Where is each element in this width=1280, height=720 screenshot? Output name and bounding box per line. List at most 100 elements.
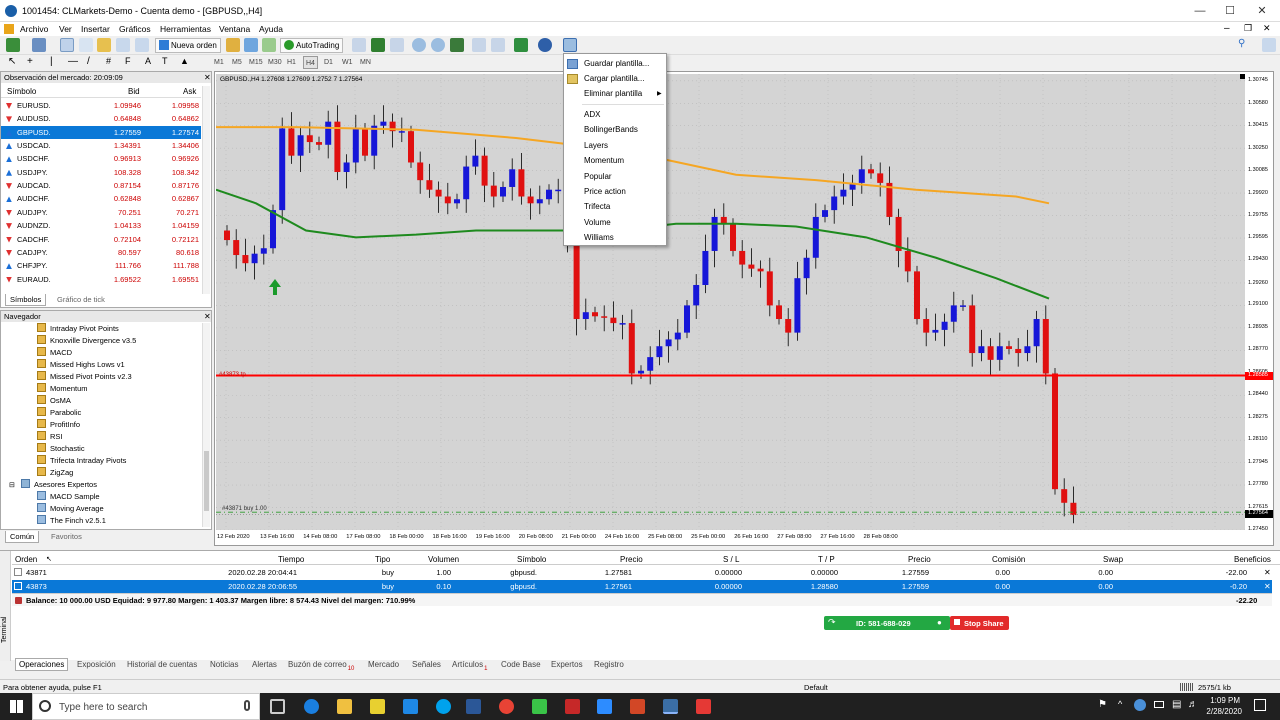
template-item[interactable]: Trifecta bbox=[584, 200, 610, 214]
navigator-indicator-item[interactable]: Missed Pivot Points v2.3 bbox=[37, 371, 132, 383]
meta-editor-icon[interactable] bbox=[226, 38, 240, 52]
zoom-out-icon[interactable] bbox=[431, 38, 445, 52]
navigator-indicator-item[interactable]: Parabolic bbox=[37, 407, 81, 419]
market-watch-row[interactable]: EURUSD. 1.09946 1.09958 bbox=[1, 99, 201, 112]
horizontal-line-icon[interactable]: — bbox=[68, 56, 82, 70]
market-icon[interactable] bbox=[262, 38, 276, 52]
navigator-expert-item[interactable]: MACD Sample bbox=[37, 491, 100, 503]
navigator-indicator-item[interactable]: ZigZag bbox=[37, 467, 73, 479]
col-tp[interactable]: T / P bbox=[818, 555, 835, 564]
templates-icon[interactable] bbox=[563, 38, 577, 52]
price-axis[interactable]: 1.30745 1.30580 1.30415 1.30250 1.30085 1.299… bbox=[1245, 72, 1273, 532]
menu-ver[interactable]: Ver bbox=[59, 24, 72, 34]
chat-icon[interactable] bbox=[1262, 38, 1276, 52]
mdi-minimize[interactable]: – bbox=[1224, 23, 1230, 34]
powerpoint-icon[interactable] bbox=[630, 699, 645, 714]
text-icon[interactable]: A bbox=[145, 56, 159, 70]
clock-time[interactable]: 1:09 PM bbox=[1208, 696, 1240, 705]
tab-senales[interactable]: Señales bbox=[412, 660, 441, 669]
tester-icon[interactable] bbox=[135, 38, 149, 52]
periods-icon[interactable] bbox=[538, 38, 552, 52]
share-id-badge[interactable]: ↷ ID: 581-688-029 ● bbox=[824, 616, 950, 630]
navigator-expert-item[interactable]: The Finch v2.5.1 bbox=[37, 515, 106, 527]
navigator-indicator-item[interactable]: Knoxville Divergence v3.5 bbox=[37, 335, 136, 347]
indicators-icon[interactable] bbox=[514, 38, 528, 52]
navigator-indicator-item[interactable]: Momentum bbox=[37, 383, 88, 395]
profiles-icon[interactable] bbox=[32, 38, 46, 52]
task-view-icon[interactable] bbox=[270, 699, 285, 714]
market-watch-row[interactable]: AUDCAD. 0.87154 0.87176 bbox=[1, 179, 201, 192]
tab-buzon[interactable]: Buzón de correo10 bbox=[288, 660, 354, 672]
close-button[interactable]: ✕ bbox=[1244, 0, 1280, 22]
market-watch-row[interactable]: USDCHF. 0.96913 0.96926 bbox=[1, 152, 201, 165]
tray-app-icon[interactable] bbox=[1134, 699, 1146, 711]
new-chart-icon[interactable] bbox=[6, 38, 20, 52]
col-precio-actual[interactable]: Precio bbox=[908, 555, 931, 564]
col-tipo[interactable]: Tipo bbox=[375, 555, 390, 564]
menu-eliminar-plantilla[interactable]: Eliminar plantilla bbox=[584, 87, 642, 101]
tab-operaciones[interactable]: Operaciones bbox=[15, 658, 69, 671]
label-icon[interactable]: T bbox=[162, 56, 176, 70]
edge-icon[interactable] bbox=[304, 699, 319, 714]
camtasia-icon[interactable] bbox=[532, 699, 547, 714]
shapes-icon[interactable]: ▲ bbox=[180, 56, 194, 70]
close-order-icon[interactable]: ✕ bbox=[1264, 568, 1271, 577]
navigator-scrollbar[interactable] bbox=[202, 323, 210, 527]
timeframe-w1[interactable]: W1 bbox=[340, 56, 355, 69]
col-beneficios[interactable]: Beneficios bbox=[1234, 555, 1271, 564]
navigator-indicator-item[interactable]: MACD bbox=[37, 347, 72, 359]
menu-archivo[interactable]: Archivo bbox=[20, 24, 48, 34]
template-item[interactable]: Williams bbox=[584, 231, 614, 245]
terminal-icon[interactable] bbox=[116, 38, 130, 52]
col-ask[interactable]: Ask bbox=[183, 87, 196, 96]
col-volumen[interactable]: Volumen bbox=[428, 555, 459, 564]
template-item[interactable]: Volume bbox=[584, 216, 611, 230]
navigator-indicator-item[interactable]: Stochastic bbox=[37, 443, 85, 455]
candlestick-icon[interactable] bbox=[371, 38, 385, 52]
search-icon[interactable]: ⚲ bbox=[1238, 38, 1252, 52]
tab-articulos[interactable]: Artículos1 bbox=[452, 660, 487, 672]
maximize-button[interactable]: ☐ bbox=[1212, 0, 1248, 22]
timeframe-m15[interactable]: M15 bbox=[247, 56, 265, 69]
tab-comun[interactable]: Común bbox=[5, 531, 40, 543]
market-watch-close-icon[interactable]: ✕ bbox=[204, 73, 211, 82]
col-symbol[interactable]: Símbolo bbox=[7, 87, 36, 96]
metatrader-icon[interactable] bbox=[663, 699, 678, 714]
market-watch-row[interactable]: CADJPY. 80.597 80.618 bbox=[1, 246, 201, 259]
clock-date[interactable]: 2/28/2020 bbox=[1206, 707, 1242, 716]
windows-start-icon[interactable] bbox=[10, 700, 23, 713]
market-watch-row[interactable]: EURAUD. 1.69522 1.69551 bbox=[1, 273, 201, 286]
menu-ventana[interactable]: Ventana bbox=[219, 24, 250, 34]
chart-plot-area[interactable]: GBPUSD.,H4 1.27608 1.27609 1.2752 7 1.27… bbox=[216, 74, 1245, 530]
order-row[interactable]: 43873 2020.02.28 20:06:55 buy 0.10 gbpusd. 1.… bbox=[12, 579, 1272, 593]
app-red-icon[interactable] bbox=[565, 699, 580, 714]
word-icon[interactable] bbox=[466, 699, 481, 714]
col-precio[interactable]: Precio bbox=[620, 555, 643, 564]
navigator-indicator-item[interactable]: Trifecta Intraday Pivots bbox=[37, 455, 126, 467]
timeframe-d1[interactable]: D1 bbox=[322, 56, 335, 69]
navigator-experts-folder[interactable]: ⊟ Asesores Expertos bbox=[9, 479, 97, 491]
col-simbolo[interactable]: Símbolo bbox=[517, 555, 546, 564]
tab-alertas[interactable]: Alertas bbox=[252, 660, 277, 669]
col-bid[interactable]: Bid bbox=[128, 87, 140, 96]
menu-cargar-plantilla[interactable]: Cargar plantilla... bbox=[584, 72, 644, 86]
navigator-indicator-item[interactable]: Missed Highs Lows v1 bbox=[37, 359, 125, 371]
notifications-icon[interactable] bbox=[1254, 699, 1266, 711]
market-watch-row[interactable]: AUDNZD. 1.04133 1.04159 bbox=[1, 219, 201, 232]
stop-share-button[interactable]: Stop Share bbox=[950, 616, 1009, 630]
template-item[interactable]: Momentum bbox=[584, 154, 624, 168]
menu-graficos[interactable]: Gráficos bbox=[119, 24, 151, 34]
market-watch-row[interactable]: AUDUSD. 0.64848 0.64862 bbox=[1, 112, 201, 125]
data-window-icon[interactable] bbox=[79, 38, 93, 52]
recorder-icon[interactable] bbox=[696, 699, 711, 714]
tab-historial[interactable]: Historial de cuentas bbox=[127, 660, 197, 669]
market-watch-row[interactable]: CADCHF. 0.72104 0.72121 bbox=[1, 233, 201, 246]
people-icon[interactable]: ⚑ bbox=[1098, 699, 1107, 710]
mail-icon[interactable] bbox=[403, 699, 418, 714]
market-watch-row[interactable]: CHFJPY. 111.766 111.788 bbox=[1, 259, 201, 272]
signals-icon[interactable] bbox=[244, 38, 258, 52]
time-axis[interactable]: 12 Feb 2020 13 Feb 16:00 14 Feb 08:00 17 Fe… bbox=[215, 531, 1245, 545]
market-watch-icon[interactable] bbox=[60, 38, 74, 52]
channel-icon[interactable]: # bbox=[106, 56, 120, 70]
vertical-line-icon[interactable]: | bbox=[50, 56, 64, 70]
